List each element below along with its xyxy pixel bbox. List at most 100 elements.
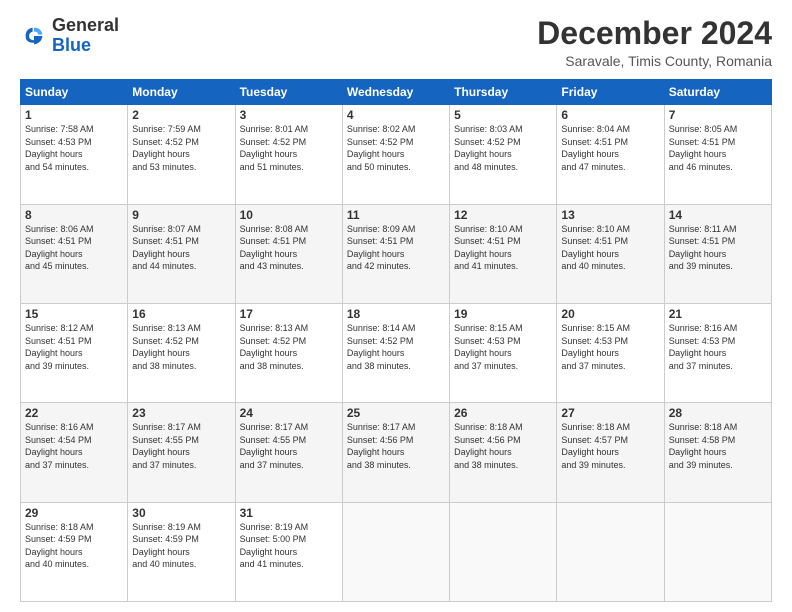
table-row: 30 Sunrise: 8:19 AMSunset: 4:59 PMDaylig… [128, 502, 235, 601]
day-number: 17 [240, 307, 338, 321]
header: General Blue December 2024 Saravale, Tim… [20, 16, 772, 69]
day-detail: Sunrise: 8:03 AMSunset: 4:52 PMDaylight … [454, 124, 523, 172]
table-row: 14 Sunrise: 8:11 AMSunset: 4:51 PMDaylig… [664, 204, 771, 303]
calendar-week-row: 29 Sunrise: 8:18 AMSunset: 4:59 PMDaylig… [21, 502, 772, 601]
calendar-week-row: 8 Sunrise: 8:06 AMSunset: 4:51 PMDayligh… [21, 204, 772, 303]
day-number: 21 [669, 307, 767, 321]
day-detail: Sunrise: 8:14 AMSunset: 4:52 PMDaylight … [347, 323, 416, 371]
day-detail: Sunrise: 7:59 AMSunset: 4:52 PMDaylight … [132, 124, 201, 172]
logo-icon [20, 22, 48, 50]
table-row: 2 Sunrise: 7:59 AMSunset: 4:52 PMDayligh… [128, 105, 235, 204]
table-row [557, 502, 664, 601]
table-row: 1 Sunrise: 7:58 AMSunset: 4:53 PMDayligh… [21, 105, 128, 204]
day-number: 28 [669, 406, 767, 420]
table-row: 29 Sunrise: 8:18 AMSunset: 4:59 PMDaylig… [21, 502, 128, 601]
table-row: 3 Sunrise: 8:01 AMSunset: 4:52 PMDayligh… [235, 105, 342, 204]
day-detail: Sunrise: 8:09 AMSunset: 4:51 PMDaylight … [347, 224, 416, 272]
day-number: 2 [132, 108, 230, 122]
table-row: 22 Sunrise: 8:16 AMSunset: 4:54 PMDaylig… [21, 403, 128, 502]
day-detail: Sunrise: 8:12 AMSunset: 4:51 PMDaylight … [25, 323, 94, 371]
table-row: 11 Sunrise: 8:09 AMSunset: 4:51 PMDaylig… [342, 204, 449, 303]
table-row: 12 Sunrise: 8:10 AMSunset: 4:51 PMDaylig… [450, 204, 557, 303]
day-number: 10 [240, 208, 338, 222]
calendar-table: Sunday Monday Tuesday Wednesday Thursday… [20, 79, 772, 602]
table-row: 9 Sunrise: 8:07 AMSunset: 4:51 PMDayligh… [128, 204, 235, 303]
day-number: 18 [347, 307, 445, 321]
logo-blue: Blue [52, 36, 119, 56]
col-saturday: Saturday [664, 80, 771, 105]
day-number: 4 [347, 108, 445, 122]
logo: General Blue [20, 16, 119, 56]
day-detail: Sunrise: 8:08 AMSunset: 4:51 PMDaylight … [240, 224, 309, 272]
table-row: 16 Sunrise: 8:13 AMSunset: 4:52 PMDaylig… [128, 303, 235, 402]
day-number: 12 [454, 208, 552, 222]
table-row: 28 Sunrise: 8:18 AMSunset: 4:58 PMDaylig… [664, 403, 771, 502]
day-number: 3 [240, 108, 338, 122]
table-row [450, 502, 557, 601]
day-detail: Sunrise: 8:13 AMSunset: 4:52 PMDaylight … [240, 323, 309, 371]
table-row: 24 Sunrise: 8:17 AMSunset: 4:55 PMDaylig… [235, 403, 342, 502]
day-detail: Sunrise: 8:16 AMSunset: 4:54 PMDaylight … [25, 422, 94, 470]
table-row: 7 Sunrise: 8:05 AMSunset: 4:51 PMDayligh… [664, 105, 771, 204]
day-number: 31 [240, 506, 338, 520]
table-row: 25 Sunrise: 8:17 AMSunset: 4:56 PMDaylig… [342, 403, 449, 502]
day-number: 9 [132, 208, 230, 222]
table-row: 15 Sunrise: 8:12 AMSunset: 4:51 PMDaylig… [21, 303, 128, 402]
day-number: 16 [132, 307, 230, 321]
day-detail: Sunrise: 8:17 AMSunset: 4:55 PMDaylight … [132, 422, 201, 470]
subtitle: Saravale, Timis County, Romania [537, 53, 772, 69]
table-row [664, 502, 771, 601]
day-detail: Sunrise: 8:04 AMSunset: 4:51 PMDaylight … [561, 124, 630, 172]
page: General Blue December 2024 Saravale, Tim… [0, 0, 792, 612]
table-row: 13 Sunrise: 8:10 AMSunset: 4:51 PMDaylig… [557, 204, 664, 303]
table-row: 10 Sunrise: 8:08 AMSunset: 4:51 PMDaylig… [235, 204, 342, 303]
table-row: 6 Sunrise: 8:04 AMSunset: 4:51 PMDayligh… [557, 105, 664, 204]
table-row [342, 502, 449, 601]
day-detail: Sunrise: 8:05 AMSunset: 4:51 PMDaylight … [669, 124, 738, 172]
day-detail: Sunrise: 8:15 AMSunset: 4:53 PMDaylight … [561, 323, 630, 371]
table-row: 26 Sunrise: 8:18 AMSunset: 4:56 PMDaylig… [450, 403, 557, 502]
day-detail: Sunrise: 7:58 AMSunset: 4:53 PMDaylight … [25, 124, 94, 172]
day-number: 8 [25, 208, 123, 222]
day-detail: Sunrise: 8:06 AMSunset: 4:51 PMDaylight … [25, 224, 94, 272]
day-number: 6 [561, 108, 659, 122]
day-detail: Sunrise: 8:02 AMSunset: 4:52 PMDaylight … [347, 124, 416, 172]
day-number: 11 [347, 208, 445, 222]
day-number: 23 [132, 406, 230, 420]
table-row: 21 Sunrise: 8:16 AMSunset: 4:53 PMDaylig… [664, 303, 771, 402]
table-row: 19 Sunrise: 8:15 AMSunset: 4:53 PMDaylig… [450, 303, 557, 402]
day-detail: Sunrise: 8:18 AMSunset: 4:59 PMDaylight … [25, 522, 94, 570]
day-detail: Sunrise: 8:19 AMSunset: 4:59 PMDaylight … [132, 522, 201, 570]
day-detail: Sunrise: 8:17 AMSunset: 4:55 PMDaylight … [240, 422, 309, 470]
logo-text: General Blue [52, 16, 119, 56]
table-row: 18 Sunrise: 8:14 AMSunset: 4:52 PMDaylig… [342, 303, 449, 402]
table-row: 5 Sunrise: 8:03 AMSunset: 4:52 PMDayligh… [450, 105, 557, 204]
day-number: 29 [25, 506, 123, 520]
day-detail: Sunrise: 8:11 AMSunset: 4:51 PMDaylight … [669, 224, 737, 272]
month-title: December 2024 [537, 16, 772, 51]
day-number: 13 [561, 208, 659, 222]
day-number: 14 [669, 208, 767, 222]
day-detail: Sunrise: 8:18 AMSunset: 4:58 PMDaylight … [669, 422, 738, 470]
calendar-week-row: 1 Sunrise: 7:58 AMSunset: 4:53 PMDayligh… [21, 105, 772, 204]
day-number: 15 [25, 307, 123, 321]
day-number: 19 [454, 307, 552, 321]
day-number: 24 [240, 406, 338, 420]
day-number: 5 [454, 108, 552, 122]
table-row: 17 Sunrise: 8:13 AMSunset: 4:52 PMDaylig… [235, 303, 342, 402]
day-detail: Sunrise: 8:07 AMSunset: 4:51 PMDaylight … [132, 224, 201, 272]
day-number: 1 [25, 108, 123, 122]
table-row: 23 Sunrise: 8:17 AMSunset: 4:55 PMDaylig… [128, 403, 235, 502]
day-number: 20 [561, 307, 659, 321]
day-detail: Sunrise: 8:15 AMSunset: 4:53 PMDaylight … [454, 323, 523, 371]
col-tuesday: Tuesday [235, 80, 342, 105]
table-row: 20 Sunrise: 8:15 AMSunset: 4:53 PMDaylig… [557, 303, 664, 402]
title-block: December 2024 Saravale, Timis County, Ro… [537, 16, 772, 69]
day-number: 27 [561, 406, 659, 420]
day-detail: Sunrise: 8:18 AMSunset: 4:57 PMDaylight … [561, 422, 630, 470]
col-monday: Monday [128, 80, 235, 105]
day-number: 22 [25, 406, 123, 420]
col-thursday: Thursday [450, 80, 557, 105]
day-detail: Sunrise: 8:19 AMSunset: 5:00 PMDaylight … [240, 522, 309, 570]
day-detail: Sunrise: 8:13 AMSunset: 4:52 PMDaylight … [132, 323, 201, 371]
